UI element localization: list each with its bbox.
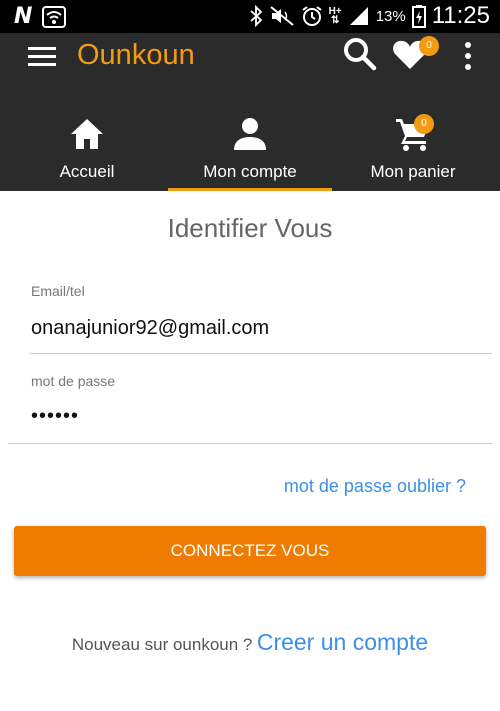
app-title: Ounkoun (77, 39, 195, 71)
menu-icon[interactable] (28, 47, 56, 71)
more-options-icon[interactable] (462, 41, 474, 71)
wishlist-count-badge: 0 (419, 36, 439, 56)
bluetooth-icon (250, 5, 262, 27)
tab-mon-panier[interactable]: Mon panier (330, 113, 496, 191)
signup-row: Nouveau sur ounkoun ? Creer un compte (0, 629, 500, 656)
tab-label: Mon panier (370, 162, 456, 181)
page-title: Identifier Vous (167, 213, 333, 243)
battery-icon (411, 5, 426, 28)
tab-mon-compte[interactable]: Mon compte (167, 113, 333, 191)
clock: 11:25 (431, 2, 490, 29)
password-field-label: mot de passe (31, 373, 116, 389)
password-field[interactable]: •••••• (31, 405, 79, 428)
forgot-password-link[interactable]: mot de passe oublier ? (284, 476, 466, 497)
tab-label: Mon compte (203, 162, 297, 181)
alarm-icon (302, 6, 322, 26)
network-type: H+ ⇅ (328, 6, 342, 26)
mute-icon (269, 6, 294, 26)
active-tab-indicator (168, 188, 332, 191)
wifi-icon (42, 5, 67, 28)
search-icon[interactable] (343, 37, 377, 71)
signal-icon (349, 7, 368, 25)
carrier-logo: N (14, 4, 33, 29)
battery-percent: 13% (375, 7, 406, 25)
create-account-link[interactable]: Creer un compte (257, 629, 428, 655)
tab-label: Accueil (59, 162, 115, 181)
home-icon (71, 119, 103, 149)
cart-count-badge: 0 (414, 114, 434, 134)
email-field-underline (30, 353, 492, 354)
signup-prompt: Nouveau sur ounkoun ? (71, 635, 253, 654)
status-bar: N H+ ⇅ 13% 11:25 (0, 0, 500, 33)
password-field-underline (8, 443, 492, 444)
tab-accueil[interactable]: Accueil (4, 113, 170, 191)
app-bar: Ounkoun 0 Accueil Mon compte Mon panier … (0, 33, 500, 191)
email-field[interactable]: onanajunior92@gmail.com (31, 317, 269, 340)
login-button[interactable]: CONNECTEZ VOUS (14, 526, 486, 576)
email-field-label: Email/tel (31, 283, 85, 299)
account-icon (234, 118, 266, 150)
